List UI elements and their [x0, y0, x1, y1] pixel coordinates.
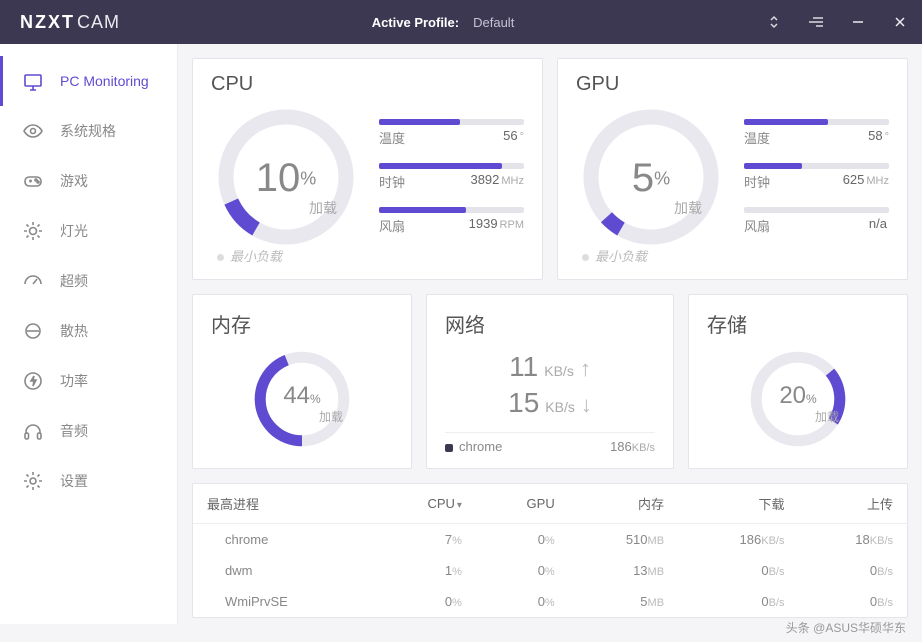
sidebar-item-audio[interactable]: 音频 [0, 406, 177, 456]
col-upload[interactable]: 上传 [798, 484, 907, 524]
sidebar-item-pc-monitoring[interactable]: PC Monitoring [0, 56, 177, 106]
memory-gauge: 44% 加载 [247, 344, 357, 454]
stat-row: 温度56° [379, 119, 524, 147]
col-mem[interactable]: 内存 [569, 484, 678, 524]
storage-card[interactable]: 存储 20% 加载 [688, 294, 908, 469]
sun-icon [22, 220, 44, 242]
eye-icon [22, 120, 44, 142]
stat-row: 时钟3892MHz [379, 163, 524, 191]
sidebar-item-games[interactable]: 游戏 [0, 156, 177, 206]
sidebar-item-overclock[interactable]: 超频 [0, 256, 177, 306]
gauge-icon [22, 270, 44, 292]
gpu-card[interactable]: GPU 5% 加载 温度58° 时钟625MHz 风扇n/a 最小负载 [557, 58, 908, 280]
sidebar-item-cooling[interactable]: 散热 [0, 306, 177, 356]
minimize-button[interactable] [850, 14, 866, 30]
titlebar-center: Active Profile: Default [120, 15, 766, 30]
table-header-row: 最高进程 CPU▾ GPU 内存 下载 上传 [193, 484, 907, 524]
profile-updown-icon[interactable] [766, 14, 782, 30]
logo-text: NZXTCAM [20, 12, 120, 33]
network-title: 网络 [445, 309, 655, 338]
network-download: 15KB/s ↓ [508, 387, 592, 419]
sidebar-item-lighting[interactable]: 灯光 [0, 206, 177, 256]
table-row[interactable]: chrome 7% 0% 510MB 186KB/s 18KB/s [193, 524, 907, 556]
sidebar-item-label: PC Monitoring [60, 73, 149, 89]
stat-row: 风扇1939RPM [379, 207, 524, 235]
headphones-icon [22, 420, 44, 442]
gpu-gauge: 5% 加载 [576, 102, 726, 252]
bolt-icon [22, 370, 44, 392]
table-row[interactable]: WmiPrvSE 0% 0% 5MB 0B/s 0B/s [193, 586, 907, 617]
stat-row: 时钟625MHz [744, 163, 889, 191]
network-upload: 11KB/s ↑ [509, 351, 591, 383]
titlebar: NZXTCAM Active Profile: Default [0, 0, 922, 44]
droplet-icon [22, 320, 44, 342]
network-top-process: chrome 186KB/s [445, 432, 655, 454]
stat-row: 温度58° [744, 119, 889, 147]
col-cpu[interactable]: CPU▾ [373, 484, 476, 524]
col-gpu[interactable]: GPU [476, 484, 569, 524]
active-profile-label: Active Profile: [372, 15, 459, 30]
close-button[interactable] [892, 14, 908, 30]
memory-title: 内存 [211, 309, 393, 338]
col-download[interactable]: 下载 [678, 484, 798, 524]
down-arrow-icon: ↓ [581, 392, 592, 418]
process-table: 最高进程 CPU▾ GPU 内存 下载 上传 chrome 7% 0% 510M… [193, 484, 907, 617]
sidebar-item-settings[interactable]: 设置 [0, 456, 177, 506]
process-table-card: 最高进程 CPU▾ GPU 内存 下载 上传 chrome 7% 0% 510M… [192, 483, 908, 618]
cpu-gauge: 10% 加载 [211, 102, 361, 252]
active-profile-value[interactable]: Default [473, 15, 514, 30]
cpu-title: CPU [211, 73, 524, 96]
gear-icon [22, 470, 44, 492]
titlebar-controls [766, 14, 908, 30]
sidebar: PC Monitoring 系统规格游戏灯光超频散热功率音频设置 [0, 44, 178, 624]
sidebar-item-label: 设置 [60, 471, 88, 491]
sidebar-item-label: 系统规格 [60, 121, 116, 141]
cpu-card[interactable]: CPU 10% 加载 温度56° 时钟3892MHz 风扇1939RPM 最小负… [192, 58, 543, 280]
sidebar-item-label: 功率 [60, 371, 88, 391]
monitor-icon [22, 70, 44, 92]
sidebar-item-label: 散热 [60, 321, 88, 341]
sidebar-item-specs[interactable]: 系统规格 [0, 106, 177, 156]
sidebar-item-label: 游戏 [60, 171, 88, 191]
col-name[interactable]: 最高进程 [193, 484, 373, 524]
sort-desc-icon: ▾ [457, 500, 462, 511]
storage-title: 存储 [707, 309, 889, 338]
sidebar-item-power[interactable]: 功率 [0, 356, 177, 406]
network-card[interactable]: 网络 11KB/s ↑ 15KB/s ↓ chrome 186KB/s [426, 294, 674, 469]
storage-gauge: 20% 加载 [743, 344, 853, 454]
stat-row: 风扇n/a [744, 207, 889, 235]
sidebar-item-label: 超频 [60, 271, 88, 291]
sidebar-item-label: 音频 [60, 421, 88, 441]
menu-icon[interactable] [808, 14, 824, 30]
sidebar-item-label: 灯光 [60, 221, 88, 241]
table-row[interactable]: dwm 1% 0% 13MB 0B/s 0B/s [193, 555, 907, 586]
gamepad-icon [22, 170, 44, 192]
gpu-title: GPU [576, 73, 889, 96]
memory-card[interactable]: 内存 44% 加载 [192, 294, 412, 469]
up-arrow-icon: ↑ [580, 356, 591, 382]
